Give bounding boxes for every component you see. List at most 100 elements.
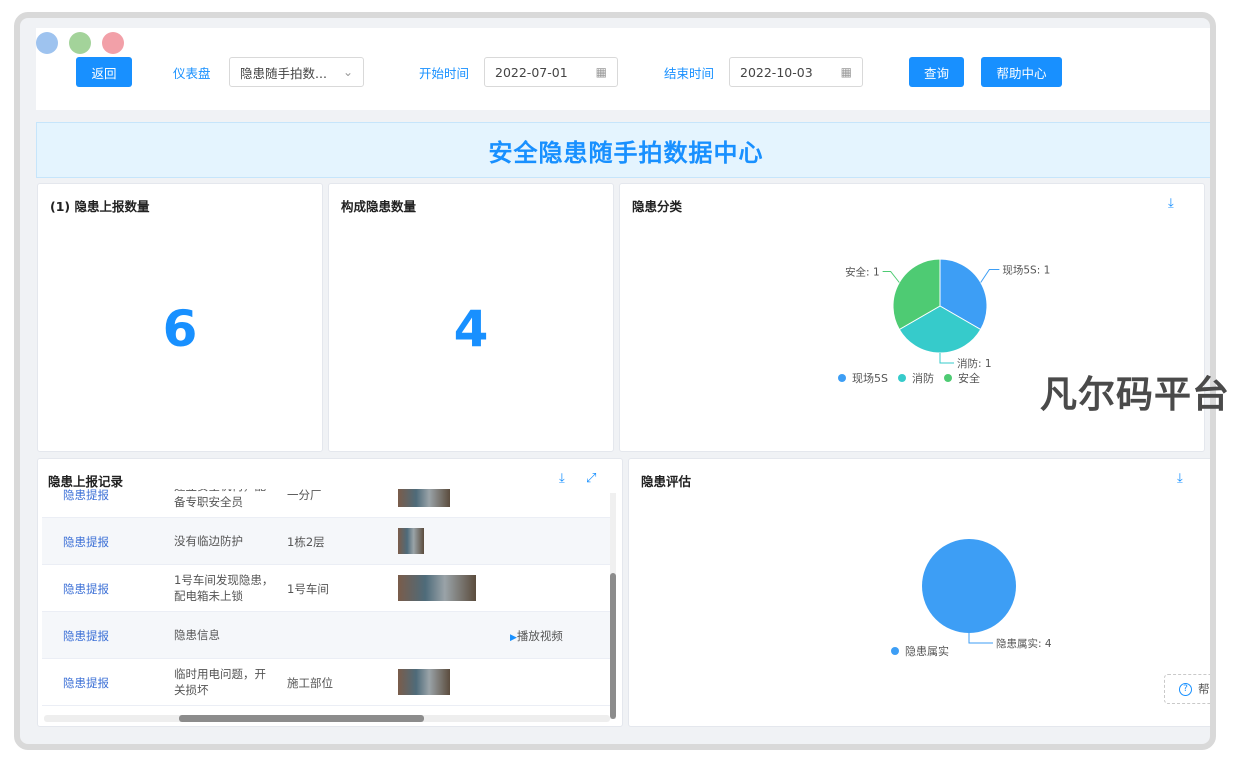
record-type-link[interactable]: 隐患提报: [63, 489, 109, 503]
close-dot[interactable]: [36, 32, 58, 54]
pie-data-label: 现场5S: 1: [1002, 264, 1050, 277]
table-row[interactable]: 隐患提报 1号车间发现隐患，配电箱未上锁 1号车间: [42, 565, 612, 612]
record-type-link[interactable]: 隐患提报: [63, 534, 109, 550]
pie-label-line: [980, 269, 1000, 283]
records-title: 隐患上报记录: [48, 474, 124, 489]
dashboard-select[interactable]: 隐患随手拍数... ⌄: [229, 57, 364, 87]
query-button[interactable]: 查询: [909, 57, 964, 87]
legend-item[interactable]: 安全: [943, 370, 980, 386]
end-date-picker[interactable]: 2022-10-03 ▦: [729, 57, 863, 87]
pie-data-label: 安全: 1: [845, 266, 880, 279]
legend-item[interactable]: 隐患属实: [891, 643, 949, 659]
table-row[interactable]: 隐患提报 隐患信息 ▶播放视频: [42, 612, 612, 659]
download-icon[interactable]: ⤓: [1168, 196, 1174, 211]
help-center-button[interactable]: 帮助中心: [981, 57, 1062, 87]
legend-label: 消防: [911, 372, 934, 385]
record-description: 建立安全机构，配备专职安全员: [174, 489, 266, 509]
maximize-dot[interactable]: [102, 32, 124, 54]
dashboard-select-value: 隐患随手拍数...: [240, 65, 327, 81]
play-video-link[interactable]: ▶播放视频: [510, 628, 563, 644]
kpi-card-confirmed: 构成隐患数量 4: [328, 183, 614, 452]
records-card: 隐患上报记录 ⤓ ⤢ 隐患提报建立安全机构，配备专职安全员一分厂隐患提报没有临边…: [37, 458, 623, 727]
dashboard-label: 仪表盘: [173, 65, 211, 81]
legend-label: 现场5S: [852, 372, 888, 385]
back-button[interactable]: 返回: [76, 57, 132, 87]
chart-title: 隐患评估: [641, 474, 692, 489]
pie-slice[interactable]: [922, 539, 1016, 633]
play-icon: ▶: [510, 633, 517, 643]
category-legend: 现场5S 消防 安全: [838, 370, 980, 386]
play-video-label: 播放视频: [516, 629, 563, 643]
legend-item[interactable]: 现场5S: [838, 370, 888, 386]
end-date-value: 2022-10-03: [740, 64, 813, 80]
pie-label-line: [939, 353, 954, 364]
record-location: 施工部位: [287, 676, 333, 690]
legend-label: 隐患属实: [905, 645, 949, 658]
legend-dot: [891, 647, 899, 655]
download-icon[interactable]: ⤓: [1177, 471, 1183, 486]
kpi-title: 构成隐患数量: [341, 199, 417, 214]
start-date-value: 2022-07-01: [495, 64, 568, 80]
app-window: 返回 仪表盘 隐患随手拍数... ⌄ 开始时间 2022-07-01 ▦ 结束时…: [14, 12, 1216, 750]
legend-dot: [897, 374, 906, 382]
records-table: 隐患提报建立安全机构，配备专职安全员一分厂隐患提报没有临边防护1栋2层隐患提报1…: [42, 489, 612, 715]
start-time-label: 开始时间: [419, 65, 470, 81]
kpi-title: (1) 隐患上报数量: [50, 199, 150, 214]
legend-dot: [838, 374, 846, 382]
table-row[interactable]: 隐患提报 建立安全机构，配备专职安全员 一分厂: [42, 489, 612, 518]
page-banner: 安全隐患随手拍数据中心: [36, 122, 1210, 178]
record-photo[interactable]: [398, 669, 450, 695]
legend-item[interactable]: 消防: [897, 370, 934, 386]
kpi-value: 6: [162, 300, 198, 358]
floating-help-button[interactable]: ? 帮助: [1164, 674, 1210, 704]
vertical-scrollbar[interactable]: [610, 493, 616, 719]
photo-thumbnail: [398, 528, 424, 554]
pie-data-label: 消防: 1: [957, 357, 992, 370]
legend-dot: [943, 374, 952, 382]
record-photo[interactable]: [398, 528, 424, 554]
watermark-logo: 凡尔码平台: [1040, 373, 1230, 416]
record-description: 隐患信息: [174, 628, 220, 642]
table-row[interactable]: 隐患提报 临时用电问题，开关损坏 施工部位: [42, 659, 612, 706]
download-icon[interactable]: ⤓: [559, 471, 565, 486]
pie-label-line: [882, 271, 900, 283]
calendar-icon: ▦: [840, 65, 852, 79]
kpi-value: 4: [453, 300, 489, 358]
pie-data-label: 隐患属实: 4: [996, 637, 1052, 650]
chevron-down-icon: ⌄: [342, 65, 353, 79]
kpi-card-reports: (1) 隐患上报数量 6: [37, 183, 323, 452]
page-title: 安全隐患随手拍数据中心: [488, 138, 764, 167]
scroll-thumb[interactable]: [179, 715, 424, 722]
photo-thumbnail: [398, 669, 450, 695]
pie-label-line: [968, 633, 993, 644]
record-location: 1栋2层: [287, 535, 325, 549]
record-type-link[interactable]: 隐患提报: [63, 675, 109, 691]
expand-icon[interactable]: ⤢: [586, 471, 596, 486]
record-description: 没有临边防护: [174, 534, 243, 548]
end-time-label: 结束时间: [664, 65, 715, 81]
scroll-thumb[interactable]: [610, 573, 616, 719]
assessment-pie-chart: 隐患属实: 4: [922, 539, 1052, 650]
floating-help-label: 帮助: [1198, 682, 1210, 696]
record-description: 1号车间发现隐患，配电箱未上锁: [174, 573, 274, 603]
legend-label: 安全: [957, 372, 980, 385]
record-location: 1号车间: [287, 582, 329, 596]
record-photo[interactable]: [398, 489, 450, 507]
record-type-link[interactable]: 隐患提报: [63, 581, 109, 597]
chart-title: 隐患分类: [632, 199, 683, 214]
assessment-chart-card: 隐患评估 ⤓ 隐患属实: 4 隐患属实: [628, 458, 1210, 727]
start-date-picker[interactable]: 2022-07-01 ▦: [484, 57, 618, 87]
horizontal-scrollbar[interactable]: [44, 715, 610, 722]
table-row[interactable]: 隐患提报 没有临边防护 1栋2层: [42, 518, 612, 565]
calendar-icon: ▦: [595, 65, 607, 79]
record-location: 一分厂: [287, 489, 322, 502]
assessment-legend: 隐患属实: [891, 643, 949, 659]
question-icon: ?: [1179, 682, 1192, 696]
record-type-link[interactable]: 隐患提报: [63, 628, 109, 644]
minimize-dot[interactable]: [69, 32, 91, 54]
record-photo[interactable]: [398, 575, 476, 601]
photo-thumbnail: [398, 575, 476, 601]
record-description: 临时用电问题，开关损坏: [174, 667, 266, 697]
photo-thumbnail: [398, 489, 450, 507]
window-controls: [36, 32, 124, 54]
